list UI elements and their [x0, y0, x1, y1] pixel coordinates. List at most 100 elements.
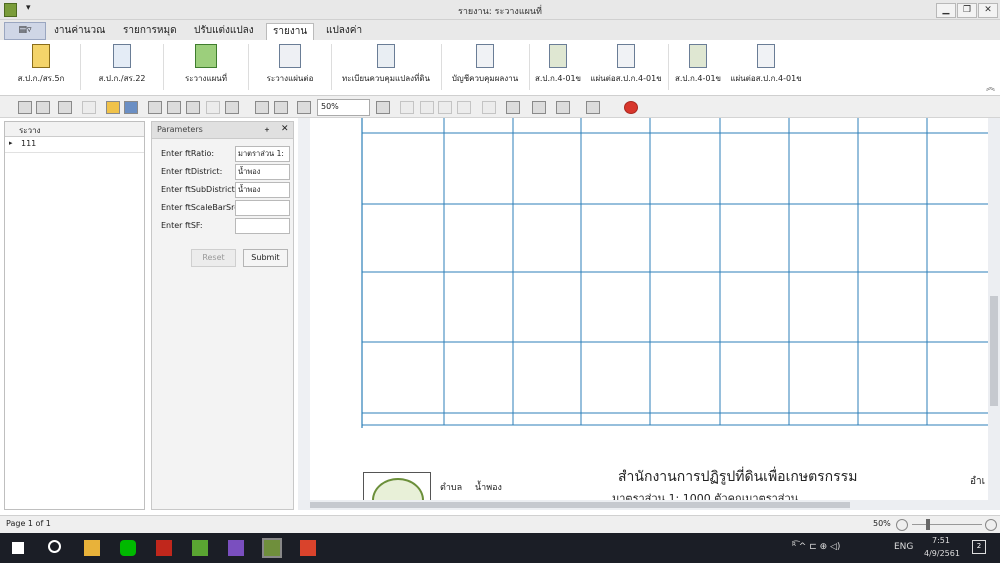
spk-401k-button-2[interactable]: ส.ป.ก.4-01ข — [672, 42, 724, 92]
close-preview-icon[interactable] — [624, 101, 638, 114]
spk-401k-sheet-button[interactable]: แผ่นต่อส.ป.ก.4-01ข — [586, 42, 666, 92]
scale-icon[interactable] — [225, 101, 239, 114]
acrobat-icon[interactable] — [156, 540, 172, 556]
zoom-slider[interactable] — [912, 524, 982, 525]
collapse-ribbon-icon[interactable]: ︽ — [986, 80, 995, 93]
field-label-ratio: Enter ftRatio: — [161, 149, 215, 158]
tab-report[interactable]: รายงาน — [266, 23, 315, 41]
notification-icon[interactable]: 2 — [972, 540, 986, 554]
watermark-icon[interactable] — [532, 101, 546, 114]
bookmark-icon[interactable] — [36, 101, 50, 114]
button-label: ส.ป.ก.4-01ข — [674, 74, 722, 83]
application-menu-button[interactable]: ▤▿ — [4, 22, 46, 40]
field-label-sf: Enter ftSF: — [161, 221, 203, 230]
language-indicator[interactable]: ENG — [894, 542, 913, 552]
zoom-in-icon[interactable] — [985, 519, 997, 531]
button-label: แผ่นต่อส.ป.ก.4-01ข — [590, 74, 662, 83]
clipboard-icon — [113, 44, 131, 68]
preview-toolbar: 50% — [0, 96, 1000, 118]
button-label: ระวางแผ่นต่อ — [266, 74, 314, 83]
certificate-icon — [549, 44, 567, 68]
magnifier-icon[interactable] — [274, 101, 288, 114]
gis-app-icon[interactable] — [262, 538, 282, 558]
parcel-register-button[interactable]: ทะเบียนควบคุมแปลงที่ดิน — [334, 42, 438, 92]
find-icon[interactable] — [58, 101, 72, 114]
sheet-grid: ระวาง ▸ 111 — [4, 121, 145, 510]
parameters-icon[interactable] — [82, 101, 96, 114]
document-icon — [757, 44, 775, 68]
map-sheet-button[interactable]: ระวางแผนที่ — [168, 42, 244, 92]
tab-edit-parcel[interactable]: ปรับแต่งแปลง — [188, 23, 260, 40]
zoom-in-icon[interactable] — [376, 101, 390, 114]
header-footer-icon[interactable] — [206, 101, 220, 114]
zoom-slider-thumb[interactable] — [926, 519, 930, 530]
report-spk-sr22-button[interactable]: ส.ป.ก./สร.22 — [84, 42, 160, 92]
scalebar-input[interactable] — [235, 200, 290, 216]
reset-button[interactable]: Reset — [191, 249, 236, 267]
zoom-out-icon[interactable] — [297, 101, 311, 114]
window-title: รายงาน: ระวางแผนที่ — [458, 7, 542, 17]
tab-convert[interactable]: แปลงค่า — [320, 23, 368, 40]
ribbon-separator — [248, 44, 249, 90]
grid-sheet-icon — [279, 44, 301, 68]
recorder-icon[interactable] — [300, 540, 316, 556]
clock-date[interactable]: 4/9/2561 — [924, 549, 960, 558]
vertical-scrollbar[interactable] — [988, 118, 1000, 510]
thumbnail-icon[interactable] — [18, 101, 32, 114]
email-icon[interactable] — [586, 101, 600, 114]
search-icon[interactable] — [48, 540, 61, 553]
tambon-value: น้ำพอง — [475, 483, 502, 493]
minimize-button[interactable]: ▁ — [936, 3, 956, 18]
spk-401k-button[interactable]: ส.ป.ก.4-01ข — [532, 42, 584, 92]
fill-background-icon[interactable] — [506, 101, 520, 114]
map-grid — [361, 118, 988, 428]
report-spk-sr5k-button[interactable]: ส.ป.ก./สร.5ก — [4, 42, 78, 92]
close-button[interactable]: ✕ — [978, 3, 998, 18]
restore-button[interactable]: ❐ — [957, 3, 977, 18]
previous-page-icon[interactable] — [420, 101, 434, 114]
column-header-sheet[interactable]: ระวาง — [19, 124, 40, 137]
table-row[interactable]: ▸ 111 — [5, 137, 144, 153]
district-input[interactable]: น้ำพอง — [235, 164, 290, 180]
scroll-thumb[interactable] — [990, 296, 998, 406]
tab-calculation[interactable]: งานค่านวณ — [48, 23, 111, 40]
multiple-pages-icon[interactable] — [482, 101, 496, 114]
ribbon-separator — [163, 44, 164, 90]
document-icon — [617, 44, 635, 68]
adjoining-sheet-button[interactable]: ระวางแผ่นต่อ — [254, 42, 326, 92]
certificate-icon — [689, 44, 707, 68]
page-setup-icon[interactable] — [186, 101, 200, 114]
pin-icon[interactable]: ᚐ — [265, 125, 269, 134]
visual-studio-icon[interactable] — [228, 540, 244, 556]
clock-time[interactable]: 7:51 — [932, 536, 950, 545]
file-explorer-icon[interactable] — [84, 540, 100, 556]
open-icon[interactable] — [106, 101, 120, 114]
system-tray-icons[interactable]: ᴿ͡ ^ ⊏ ⊕ ◁) — [792, 542, 840, 552]
first-page-icon[interactable] — [400, 101, 414, 114]
last-page-icon[interactable] — [457, 101, 471, 114]
subdistrict-input[interactable]: น้ำพอง — [235, 182, 290, 198]
hand-tool-icon[interactable] — [255, 101, 269, 114]
ledger-icon — [476, 44, 494, 68]
print-icon[interactable] — [148, 101, 162, 114]
spk-401k-sheet-button-2[interactable]: แผ่นต่อส.ป.ก.4-01ข — [726, 42, 806, 92]
line-icon[interactable] — [120, 540, 136, 556]
sf-input[interactable] — [235, 218, 290, 234]
ratio-input[interactable]: มาตราส่วน 1: — [235, 146, 290, 162]
windows-start-icon[interactable] — [12, 542, 24, 554]
horizontal-scrollbar[interactable] — [298, 500, 988, 510]
zoom-out-icon[interactable] — [896, 519, 908, 531]
export-icon[interactable] — [556, 101, 570, 114]
save-icon[interactable] — [124, 101, 138, 114]
zoom-combobox[interactable]: 50% — [317, 99, 370, 116]
submit-button[interactable]: Submit — [243, 249, 288, 267]
camtasia-icon[interactable] — [192, 540, 208, 556]
close-panel-icon[interactable]: ✕ — [281, 124, 289, 134]
scroll-thumb[interactable] — [310, 502, 850, 508]
tab-pin-list[interactable]: รายการหมุด — [117, 23, 183, 40]
quick-print-icon[interactable] — [167, 101, 181, 114]
button-label: ส.ป.ก./สร.22 — [98, 74, 146, 83]
work-control-button[interactable]: บัญชีควบคุมผลงาน — [444, 42, 526, 92]
next-page-icon[interactable] — [438, 101, 452, 114]
button-label: ส.ป.ก./สร.5ก — [17, 74, 65, 83]
